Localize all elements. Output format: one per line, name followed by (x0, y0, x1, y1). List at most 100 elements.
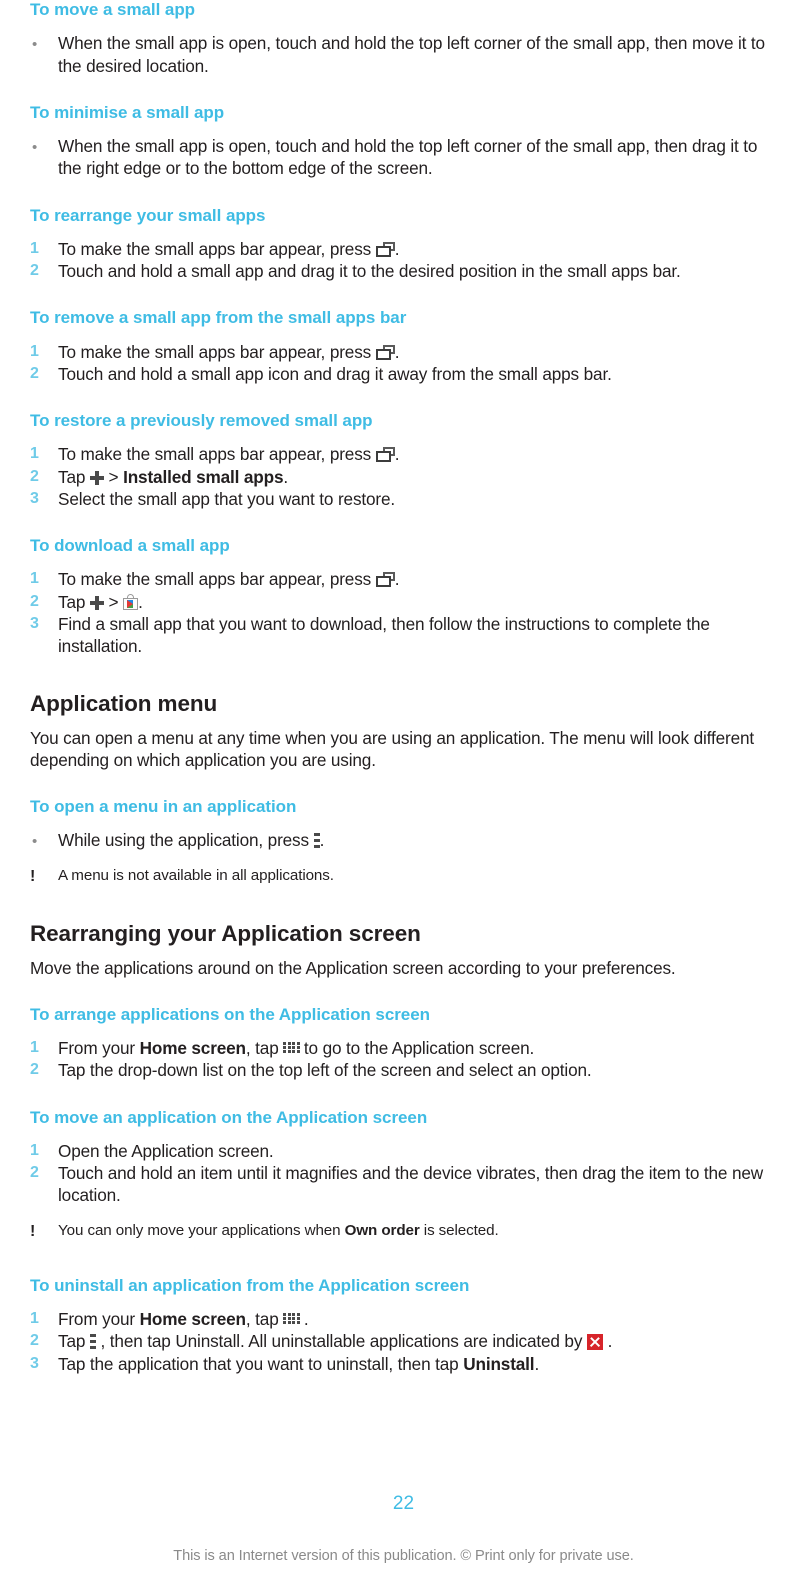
section-intro-application-menu: You can open a menu at any time when you… (30, 727, 755, 770)
step-number: 3 (30, 489, 39, 507)
step-text: Tap the application that you want to uni… (58, 1353, 777, 1375)
step-text-mid: , tap (245, 1038, 279, 1059)
step-text-separator: > (108, 466, 119, 487)
step-text-separator: > (108, 591, 119, 612)
step-text-post: . (394, 341, 400, 362)
step-number: 3 (30, 1354, 39, 1372)
list-item: 3 Tap the application that you want to u… (30, 1353, 777, 1375)
step-text: Tap , then tap Uninstall. All uninstalla… (58, 1330, 777, 1352)
step-text-pre: From your (58, 1038, 135, 1059)
app-drawer-grid-icon (283, 1313, 300, 1327)
step-text: Tap the drop-down list on the top left o… (58, 1060, 592, 1081)
step-number: 1 (30, 1039, 39, 1057)
step-text-pre: To make the small apps bar appear, press (58, 238, 372, 259)
list-item: 1 To make the small apps bar appear, pre… (30, 238, 777, 260)
procedure-title-open-menu: To open a menu in an application (30, 797, 297, 817)
step-text-post: . (319, 830, 325, 851)
procedure-title-remove-small-app: To remove a small app from the small app… (30, 308, 407, 328)
step-number: 2 (30, 592, 39, 610)
step-text: Tap > Installed small apps. (58, 466, 777, 488)
step-text-post: . (138, 591, 143, 612)
step-number: 1 (30, 342, 39, 360)
list-item: 2 Tap the drop-down list on the top left… (30, 1059, 777, 1081)
step-text: To make the small apps bar appear, press… (58, 238, 777, 260)
list-item: 1 To make the small apps bar appear, pre… (30, 568, 777, 590)
step-text: When the small app is open, touch and ho… (58, 33, 765, 76)
note-text-pre: You can only move your applications when (58, 1221, 341, 1239)
step-number: 1 (30, 1141, 39, 1159)
step-text: Select the small app that you want to re… (58, 488, 396, 509)
page-number: 22 (392, 1493, 415, 1514)
document-page: To move a small app When the small app i… (0, 0, 807, 1590)
step-text-pre: From your (58, 1309, 135, 1330)
list-item: 1 To make the small apps bar appear, pre… (30, 443, 777, 465)
step-text: To make the small apps bar appear, press… (58, 341, 777, 363)
bullet-icon (30, 32, 58, 54)
step-text-post: . (283, 466, 289, 487)
step-text-mid: , tap (245, 1309, 279, 1330)
step-text-mid2: . All uninstallable applications are ind… (239, 1331, 583, 1352)
step-number: 2 (30, 262, 39, 280)
recent-apps-icon (375, 572, 395, 588)
step-text: Touch and hold a small app and drag it t… (58, 261, 681, 282)
step-text-pre: Tap (58, 1331, 86, 1352)
note-text-post: is selected. (423, 1221, 499, 1239)
procedure-title-uninstall-application: To uninstall an application from the App… (30, 1275, 470, 1295)
procedure-title-download-small-app: To download a small app (30, 536, 230, 556)
step-text-post: . (534, 1353, 540, 1374)
uninstall-x-badge-icon (586, 1334, 603, 1351)
plus-icon (89, 470, 104, 485)
overflow-menu-icon (89, 1334, 96, 1350)
step-text-pre: To make the small apps bar appear, press (58, 341, 372, 362)
list-item: 2 Touch and hold a small app icon and dr… (30, 363, 777, 385)
step-text-pre: To make the small apps bar appear, press (58, 569, 372, 590)
step-text-post: . (394, 238, 400, 259)
step-text: Tap > . (58, 591, 777, 613)
procedure-title-restore-small-app: To restore a previously removed small ap… (30, 411, 373, 431)
list-item: 2 Tap > Installed small apps. (30, 466, 777, 488)
step-text: Find a small app that you want to downlo… (58, 613, 710, 656)
list-item: 2 Touch and hold an item until it magnif… (30, 1162, 777, 1206)
procedure-title-move-application: To move an application on the Applicatio… (30, 1107, 428, 1127)
section-title-application-menu: Application menu (30, 691, 218, 717)
step-text-post: to go to the Application screen. (303, 1038, 535, 1059)
list-item: 3 Find a small app that you want to down… (30, 613, 777, 657)
recent-apps-icon (375, 344, 395, 360)
step-number: 2 (30, 467, 39, 485)
note: ! You can only move your applications wh… (30, 1221, 777, 1242)
note-text: A menu is not available in all applicati… (58, 866, 334, 884)
list-item: 1 From your Home screen, tap . (30, 1308, 777, 1330)
step-text: Open the Application screen. (58, 1140, 274, 1161)
step-text-bold: Home screen (139, 1038, 246, 1059)
note-exclamation-icon: ! (30, 867, 36, 885)
step-number: 1 (30, 570, 39, 588)
step-text-pre: While using the application, press (58, 830, 309, 851)
list-item: When the small app is open, touch and ho… (30, 32, 777, 76)
step-text-pre: Tap (58, 591, 86, 612)
step-text-pre: To make the small apps bar appear, press (58, 444, 372, 465)
section-title-rearranging-application-screen: Rearranging your Application screen (30, 921, 421, 947)
note-exclamation-icon: ! (30, 1222, 36, 1240)
app-drawer-grid-icon (283, 1042, 300, 1056)
overflow-menu-icon (313, 833, 320, 849)
step-text-bold: Installed small apps (123, 466, 284, 487)
step-number: 1 (30, 1310, 39, 1328)
step-number: 1 (30, 445, 39, 463)
step-text: While using the application, press . (58, 829, 777, 851)
recent-apps-icon (375, 447, 395, 463)
list-item: 1 Open the Application screen. (30, 1140, 777, 1162)
step-number: 3 (30, 614, 39, 632)
footer-copyright-note: This is an Internet version of this publ… (173, 1548, 634, 1564)
recent-apps-icon (375, 241, 395, 257)
step-text: From your Home screen, tap . (58, 1308, 777, 1330)
list-item: 2 Touch and hold a small app and drag it… (30, 260, 777, 282)
step-text: When the small app is open, touch and ho… (58, 136, 758, 179)
step-text-bold: Uninstall (463, 1353, 535, 1374)
plus-icon (89, 595, 104, 610)
step-text-post: . (394, 444, 400, 465)
step-text-pre: Tap (58, 466, 86, 487)
step-number: 2 (30, 1061, 39, 1079)
step-text: From your Home screen, tap to go to the … (58, 1037, 777, 1059)
step-number: 1 (30, 239, 39, 257)
step-text-post: . (394, 569, 400, 590)
